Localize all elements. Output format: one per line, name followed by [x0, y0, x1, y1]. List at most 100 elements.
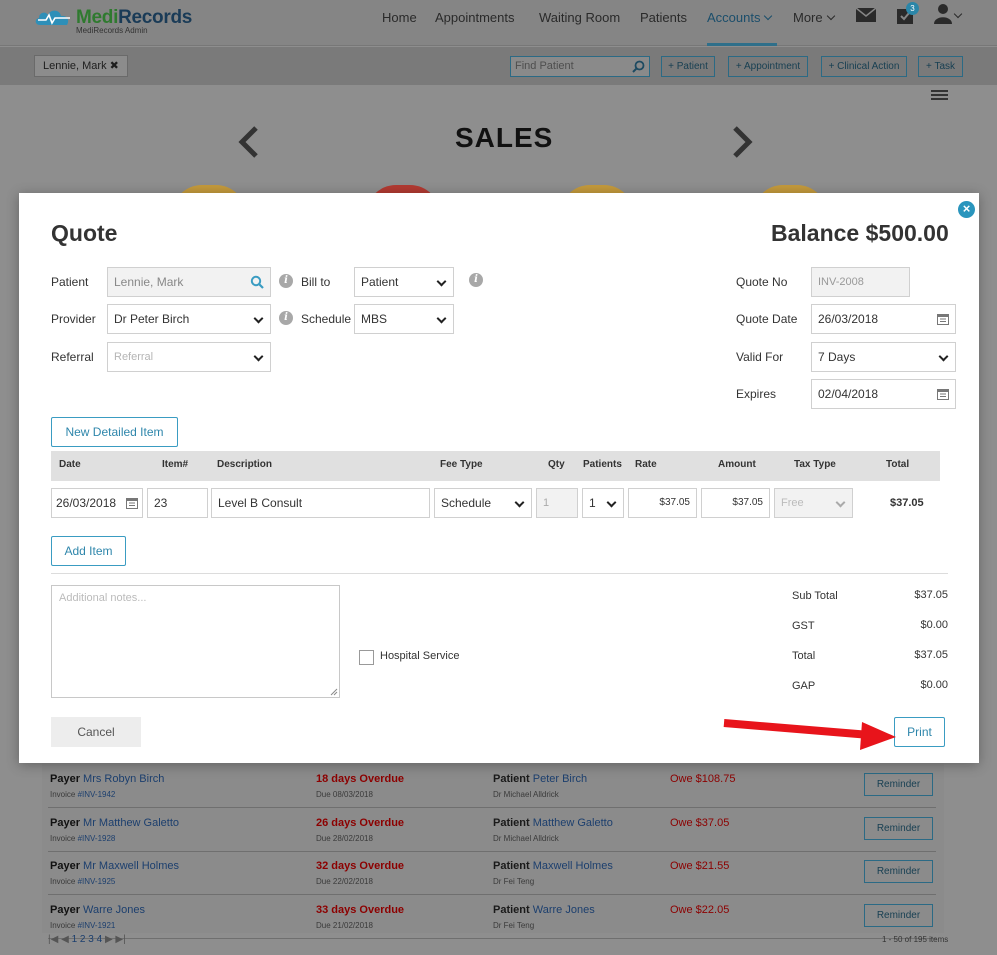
total-value: $37.05 [914, 649, 948, 661]
patients-select[interactable]: 1 [582, 488, 624, 518]
reminder-button[interactable]: Reminder [864, 817, 933, 840]
chevron-down-icon [826, 11, 835, 21]
new-detailed-item-button[interactable]: New Detailed Item [51, 417, 178, 447]
patient-label: Patient [51, 275, 89, 289]
chevron-down-icon [938, 351, 949, 362]
gap-label: GAP [792, 680, 816, 692]
nav-accounts[interactable]: Accounts [707, 10, 773, 25]
notes-textarea[interactable]: Additional notes... [51, 585, 340, 698]
next-arrow-icon[interactable] [731, 126, 753, 158]
subtotal-value: $37.05 [914, 589, 948, 601]
patient-field[interactable]: Lennie, Mark [107, 267, 271, 297]
add-task-button[interactable]: + Task [918, 56, 963, 77]
search-icon[interactable] [632, 60, 645, 73]
bill-to-select[interactable]: Patient [354, 267, 454, 297]
item-description-field[interactable]: Level B Consult [211, 488, 430, 518]
first-page-icon[interactable]: |◀ [48, 934, 58, 945]
close-icon[interactable]: ✖ [110, 60, 119, 72]
column-header: Fee Type [440, 459, 483, 470]
overdue-status: 18 days Overdue [316, 773, 405, 785]
resize-grip-icon[interactable] [330, 688, 338, 696]
nav-appointments[interactable]: Appointments [435, 10, 515, 25]
calendar-icon[interactable] [937, 388, 949, 400]
find-patient-input[interactable]: Find Patient [510, 56, 650, 77]
due-date: Due 08/03/2018 [316, 790, 373, 799]
info-icon[interactable]: i [469, 273, 483, 287]
top-nav: MediRecords MediRecords Admin Home Appoi… [0, 0, 997, 46]
add-patient-button[interactable]: + Patient [661, 56, 715, 77]
menu-icon[interactable] [931, 90, 948, 102]
invoice-number: Invoice #INV-1925 [50, 877, 116, 886]
invoice-number: Invoice #INV-1921 [50, 921, 116, 930]
notes-placeholder: Additional notes... [59, 592, 147, 604]
previous-arrow-icon[interactable] [238, 126, 260, 158]
provider-select[interactable]: Dr Peter Birch [107, 304, 271, 334]
reminder-button[interactable]: Reminder [864, 904, 933, 927]
schedule-select[interactable]: MBS [354, 304, 454, 334]
patient: Patient Maxwell Holmes [493, 860, 613, 872]
info-icon[interactable]: i [279, 274, 293, 288]
rate-field[interactable]: $37.05 [628, 488, 697, 518]
calendar-icon[interactable] [126, 497, 138, 509]
calendar-icon[interactable] [937, 313, 949, 325]
referral-select[interactable]: Referral [107, 342, 271, 372]
column-header: Rate [635, 459, 657, 470]
chevron-down-icon [253, 351, 264, 362]
info-icon[interactable]: i [279, 311, 293, 325]
expires-field[interactable]: 02/04/2018 [811, 379, 956, 409]
add-appointment-button[interactable]: + Appointment [728, 56, 808, 77]
due-date: Due 21/02/2018 [316, 921, 373, 930]
payer-name[interactable]: Mr Maxwell Holmes [83, 860, 179, 872]
patient-chip[interactable]: Lennie, Mark ✖ [34, 55, 128, 77]
previous-page-icon[interactable]: ◀ [61, 934, 69, 945]
mail-icon[interactable] [856, 8, 876, 22]
patient-name[interactable]: Peter Birch [533, 773, 587, 785]
print-button[interactable]: Print [894, 717, 945, 747]
find-patient-placeholder: Find Patient [515, 60, 574, 72]
item-number-field[interactable]: 23 [147, 488, 208, 518]
page-link[interactable]: 3 [88, 934, 94, 945]
item-date-field[interactable]: 26/03/2018 [51, 488, 143, 518]
divider [51, 573, 948, 574]
amount-field[interactable]: $37.05 [701, 488, 770, 518]
page-link[interactable]: 2 [80, 934, 86, 945]
nav-waiting-room[interactable]: Waiting Room [539, 10, 620, 25]
chevron-down-icon [835, 497, 846, 508]
payer: Payer Warre Jones [50, 904, 145, 916]
last-page-icon[interactable]: ▶| [115, 934, 125, 945]
payer-name[interactable]: Mr Matthew Galetto [83, 817, 179, 829]
nav-more[interactable]: More [793, 10, 835, 25]
patient-name[interactable]: Maxwell Holmes [533, 860, 613, 872]
task-count-badge: 3 [906, 2, 919, 15]
chevron-down-icon [953, 9, 963, 19]
hospital-service-checkbox[interactable] [359, 650, 374, 665]
patient-name[interactable]: Matthew Galetto [533, 817, 613, 829]
reminder-button[interactable]: Reminder [864, 773, 933, 796]
patient-name[interactable]: Warre Jones [533, 904, 595, 916]
provider-label: Provider [51, 312, 96, 326]
close-icon[interactable]: × [958, 201, 975, 218]
quote-date-field[interactable]: 26/03/2018 [811, 304, 956, 334]
owed-amount: Owe $21.55 [670, 860, 730, 872]
payer-name[interactable]: Warre Jones [83, 904, 145, 916]
add-clinical-action-button[interactable]: + Clinical Action [821, 56, 907, 77]
user-menu-chevron[interactable] [950, 8, 963, 23]
chevron-down-icon [253, 313, 264, 324]
page-link[interactable]: 1 [72, 934, 78, 945]
active-tab-indicator [707, 43, 777, 46]
page-link[interactable]: 4 [97, 934, 103, 945]
reminder-button[interactable]: Reminder [864, 860, 933, 883]
fee-type-select[interactable]: Schedule [434, 488, 532, 518]
nav-home[interactable]: Home [382, 10, 417, 25]
valid-for-select[interactable]: 7 Days [811, 342, 956, 372]
next-page-icon[interactable]: ▶ [105, 934, 113, 945]
schedule-label: Schedule [301, 312, 352, 326]
nav-patients[interactable]: Patients [640, 10, 687, 25]
bill-to-label: Bill to [301, 275, 331, 289]
search-icon[interactable] [250, 275, 264, 289]
add-item-button[interactable]: Add Item [51, 536, 126, 566]
cancel-button[interactable]: Cancel [51, 717, 141, 747]
gap-value: $0.00 [920, 679, 948, 691]
quote-date-label: Quote Date [736, 312, 798, 326]
payer-name[interactable]: Mrs Robyn Birch [83, 773, 164, 785]
